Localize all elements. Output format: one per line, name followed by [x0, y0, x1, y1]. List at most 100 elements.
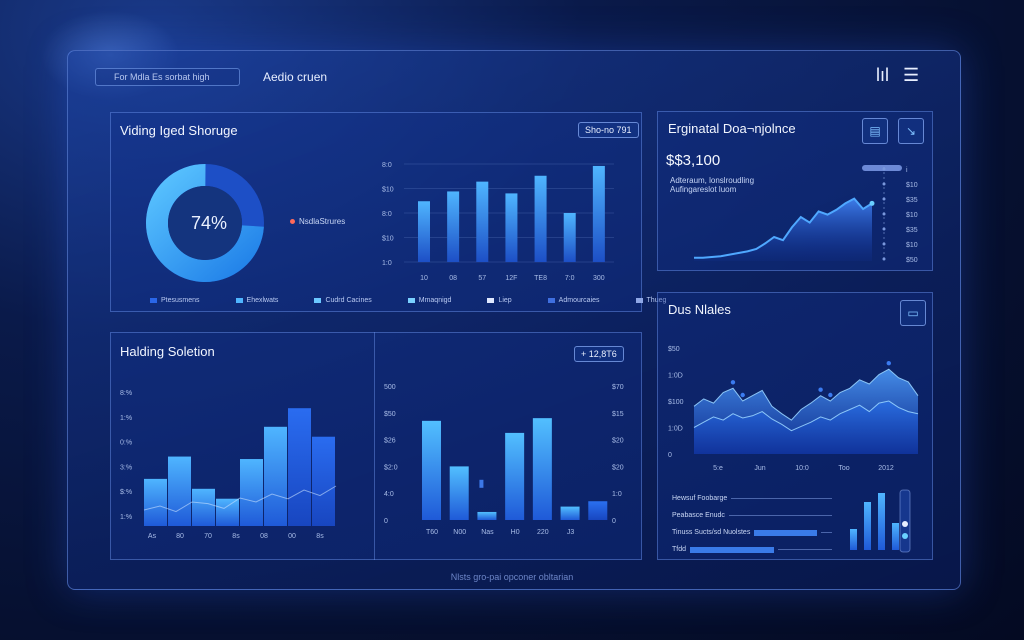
- legend-label: Ptesusmens: [161, 297, 200, 304]
- legend-item[interactable]: Cudrd Cacines: [314, 297, 372, 304]
- row-label: Tfdd: [672, 546, 687, 553]
- sales-mini-bars: [850, 489, 911, 553]
- x-tick-label: 12F: [505, 275, 517, 282]
- sales-area-chart: $50 1:0D $100 1:0D 0 5:e Jun 10:0 Too 2012: [668, 346, 919, 472]
- y-tick-label: 8:0: [382, 162, 392, 169]
- row-divider: [731, 498, 832, 499]
- bar: [240, 459, 263, 526]
- x-tick-label: 10: [420, 275, 428, 282]
- data-point: [869, 200, 875, 206]
- x-tick-label: 8s: [232, 533, 240, 540]
- indicator-dot: [902, 521, 908, 527]
- y2-tick-label: $20: [612, 464, 624, 471]
- export-icon[interactable]: ↘: [898, 118, 924, 144]
- sales-rows: Hewsuf Foobarge Peabasce Enudc Tinuss Suct…: [672, 490, 832, 558]
- x-tick-label: 00: [288, 533, 296, 540]
- calendar-icon[interactable]: ▭: [900, 300, 926, 326]
- list-item[interactable]: Tinuss Sucts/sd Nuolstes: [672, 524, 832, 541]
- y-tick-label: 3:%: [120, 464, 132, 471]
- middle-chip[interactable]: + 12,8T6: [574, 346, 624, 362]
- y-tick-label: $10: [906, 242, 918, 249]
- storage-legend: Ptesusmens Ehexlwats Cudrd Cacines Mmaqnigd…: [150, 297, 666, 304]
- bar: [505, 432, 525, 520]
- storage-side-text: NsdlaStrures: [299, 217, 346, 226]
- y-tick-label: $10: [906, 212, 918, 219]
- x-tick-label: T60: [426, 529, 438, 536]
- y-tick-label: $100: [668, 399, 684, 406]
- bar: [588, 501, 608, 520]
- legend-label: Cudrd Cacines: [325, 297, 372, 304]
- bar-chart-icon[interactable]: ▤: [862, 118, 888, 144]
- x-tick-label: 10:0: [795, 465, 809, 472]
- bar: [288, 408, 311, 526]
- x-tick-label: 2012: [878, 465, 894, 472]
- y2-tick-label: 0: [612, 518, 616, 525]
- y2-tick-label: $20: [612, 438, 624, 445]
- x-tick-label: Too: [838, 465, 849, 472]
- legend-item[interactable]: Mmaqnigd: [407, 297, 452, 304]
- x-tick-label: 8s: [316, 533, 324, 540]
- tick-dot: [882, 212, 886, 216]
- legend-item[interactable]: Ehexlwats: [235, 297, 278, 304]
- middle-bar-chart: 500 $70 $50 $15 $26 $20 $2:0 $20 4:0 1:0 0 0 T60 N00 N…: [384, 384, 624, 536]
- y-tick-label: $50: [906, 257, 918, 264]
- y-tick-label: 1:%: [120, 514, 132, 521]
- legend-item[interactable]: Admourcaies: [547, 297, 600, 304]
- legend-label: Mmaqnigd: [418, 297, 452, 304]
- y-tick-label: 1:0D: [668, 373, 683, 380]
- y-tick-label: $50: [668, 346, 680, 353]
- y-tick-label: $:%: [120, 489, 132, 496]
- x-tick-label: H0: [511, 529, 520, 536]
- legend-label: Liep: [498, 297, 512, 304]
- bar: [216, 498, 239, 526]
- x-tick-label: Nas: [481, 529, 494, 536]
- menu-icon[interactable]: ☰: [903, 66, 919, 84]
- dashboard-title: Aedio cruen: [263, 70, 328, 84]
- legend-label: Admourcaies: [558, 297, 600, 304]
- bar: [850, 529, 857, 550]
- y-tick-label: 1:%: [120, 415, 132, 422]
- storage-chip[interactable]: Sho-no 791: [578, 122, 639, 138]
- chart-icon[interactable]: lıl: [876, 66, 889, 84]
- x-tick-label: 08: [449, 275, 457, 282]
- legend-swatch: [235, 298, 243, 303]
- x-tick-label: J3: [567, 529, 575, 536]
- list-item[interactable]: Tfdd: [672, 541, 832, 558]
- row-progress: [690, 546, 775, 553]
- bar: [592, 165, 605, 262]
- list-item[interactable]: Hewsuf Foobarge: [672, 490, 832, 507]
- sales-panel-title: Dus Nlales: [668, 302, 731, 317]
- y-tick-label: $2:0: [384, 464, 398, 471]
- bar: [864, 502, 871, 550]
- area-fill: [694, 198, 872, 261]
- list-item[interactable]: Peabasce Enudc: [672, 507, 832, 524]
- row-label: Hewsuf Foobarge: [672, 495, 728, 502]
- tick-dot: [882, 197, 886, 201]
- data-point: [886, 361, 891, 366]
- y-tick-label: $26: [384, 438, 396, 445]
- tick-dot: [882, 167, 886, 171]
- x-tick-label: 7:0: [565, 275, 575, 282]
- legend-item[interactable]: Liep: [487, 297, 512, 304]
- legend-swatch: [314, 298, 322, 303]
- y-tick-label: $50: [384, 411, 396, 418]
- legend-swatch: [547, 298, 555, 303]
- footer-text: Nlsts gro-pai opconer obltarian: [450, 572, 574, 582]
- y2-tick-label: $70: [612, 384, 624, 391]
- y-tick-label: 0: [668, 452, 672, 459]
- storage-bar-chart: 8:0 $10 8:0 $10 1:0 10 08 57 12F TE8 7:0 300: [382, 162, 614, 282]
- x-tick-label: 80: [176, 533, 184, 540]
- search-box[interactable]: For Mdla Es sorbat high: [95, 68, 240, 86]
- y-tick-label: $10: [382, 236, 394, 243]
- bar: [534, 175, 547, 262]
- tick-dot: [882, 227, 886, 231]
- bar: [892, 523, 899, 550]
- data-point: [740, 392, 745, 398]
- marker: [479, 479, 484, 488]
- legend-item[interactable]: Ptesusmens: [150, 297, 200, 304]
- row-label: Tinuss Sucts/sd Nuolstes: [672, 529, 751, 536]
- bar: [563, 213, 576, 262]
- y-tick-label: 8:0: [382, 211, 392, 218]
- x-tick-label: 5:e: [713, 465, 723, 472]
- bar: [878, 493, 885, 550]
